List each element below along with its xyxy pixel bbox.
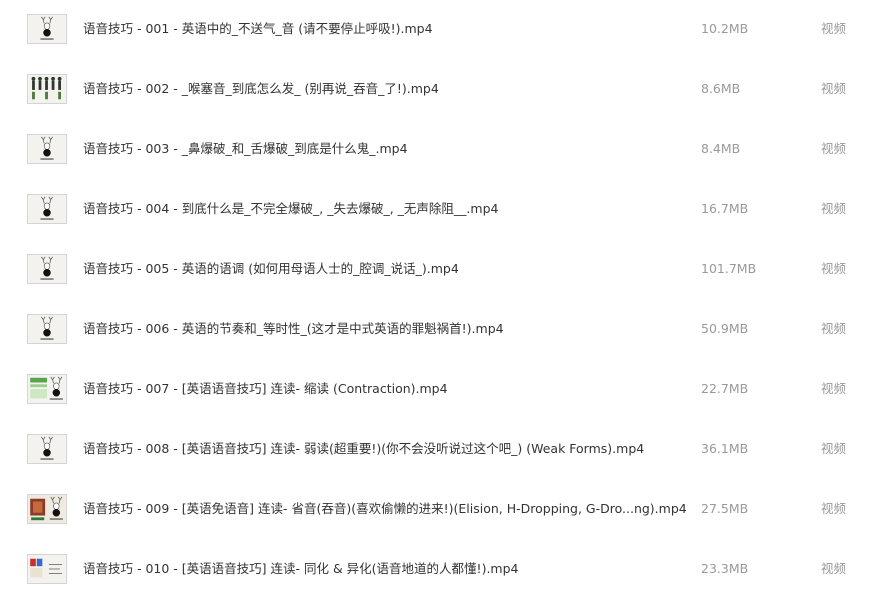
file-name[interactable]: 语音技巧 - 004 - 到底什么是_不完全爆破_, _失去爆破_, _无声除阻… [83, 201, 498, 217]
file-name[interactable]: 语音技巧 - 003 - _鼻爆破_和_舌爆破_到底是什么鬼_.mp4 [83, 141, 408, 157]
file-name[interactable]: 语音技巧 - 006 - 英语的节奏和_等时性_(这才是中式英语的罪魁祸首!).… [83, 321, 504, 337]
video-thumbnail[interactable] [27, 254, 67, 284]
file-name[interactable]: 语音技巧 - 008 - [英语语音技巧] 连读- 弱读(超重要!)(你不会没听… [83, 441, 644, 457]
file-type: 视频 [821, 141, 847, 156]
file-row[interactable]: 语音技巧 - 010 - [英语语音技巧] 连读- 同化 & 异化(语音地道的人… [0, 539, 887, 596]
video-thumbnail[interactable] [27, 554, 67, 584]
file-row[interactable]: 语音技巧 - 008 - [英语语音技巧] 连读- 弱读(超重要!)(你不会没听… [0, 419, 887, 479]
file-size: 36.1MB [701, 441, 749, 456]
file-size: 8.6MB [701, 81, 741, 96]
file-type: 视频 [821, 81, 847, 96]
file-name[interactable]: 语音技巧 - 005 - 英语的语调 (如何用母语人士的_腔调_说话_).mp4 [83, 261, 459, 277]
file-list: 语音技巧 - 001 - 英语中的_不送气_音 (请不要停止呼吸!).mp4 10… [0, 0, 887, 596]
file-row[interactable]: 语音技巧 - 007 - [英语语音技巧] 连读- 缩读 (Contractio… [0, 359, 887, 419]
file-size: 101.7MB [701, 261, 757, 276]
file-size: 10.2MB [701, 21, 749, 36]
file-size: 16.7MB [701, 201, 749, 216]
file-row[interactable]: 语音技巧 - 001 - 英语中的_不送气_音 (请不要停止呼吸!).mp4 10… [0, 0, 887, 59]
file-type: 视频 [821, 201, 847, 216]
file-type: 视频 [821, 501, 847, 516]
file-type: 视频 [821, 261, 847, 276]
file-name[interactable]: 语音技巧 - 010 - [英语语音技巧] 连读- 同化 & 异化(语音地道的人… [83, 561, 518, 577]
file-row[interactable]: 语音技巧 - 005 - 英语的语调 (如何用母语人士的_腔调_说话_).mp4… [0, 239, 887, 299]
file-size: 27.5MB [701, 501, 749, 516]
video-thumbnail[interactable] [27, 374, 67, 404]
file-row[interactable]: 语音技巧 - 002 - _喉塞音_到底怎么发_ (别再说_吞音_了!).mp4… [0, 59, 887, 119]
file-row[interactable]: 语音技巧 - 006 - 英语的节奏和_等时性_(这才是中式英语的罪魁祸首!).… [0, 299, 887, 359]
video-thumbnail[interactable] [27, 314, 67, 344]
file-name[interactable]: 语音技巧 - 009 - [英语免语音] 连读- 省音(吞音)(喜欢偷懒的进来!… [83, 501, 687, 517]
video-thumbnail[interactable] [27, 494, 67, 524]
file-row[interactable]: 语音技巧 - 004 - 到底什么是_不完全爆破_, _失去爆破_, _无声除阻… [0, 179, 887, 239]
file-row[interactable]: 语音技巧 - 003 - _鼻爆破_和_舌爆破_到底是什么鬼_.mp4 8.4MB… [0, 119, 887, 179]
video-thumbnail[interactable] [27, 14, 67, 44]
video-thumbnail[interactable] [27, 434, 67, 464]
video-thumbnail[interactable] [27, 194, 67, 224]
file-size: 22.7MB [701, 381, 749, 396]
file-type: 视频 [821, 21, 847, 36]
file-type: 视频 [821, 441, 847, 456]
file-size: 50.9MB [701, 321, 749, 336]
file-name[interactable]: 语音技巧 - 002 - _喉塞音_到底怎么发_ (别再说_吞音_了!).mp4 [83, 81, 439, 97]
file-type: 视频 [821, 381, 847, 396]
file-row[interactable]: 语音技巧 - 009 - [英语免语音] 连读- 省音(吞音)(喜欢偷懒的进来!… [0, 479, 887, 539]
video-thumbnail[interactable] [27, 74, 67, 104]
file-size: 23.3MB [701, 561, 749, 576]
file-type: 视频 [821, 321, 847, 336]
file-size: 8.4MB [701, 141, 741, 156]
file-name[interactable]: 语音技巧 - 001 - 英语中的_不送气_音 (请不要停止呼吸!).mp4 [83, 21, 433, 37]
file-type: 视频 [821, 561, 847, 576]
file-name[interactable]: 语音技巧 - 007 - [英语语音技巧] 连读- 缩读 (Contractio… [83, 381, 448, 397]
video-thumbnail[interactable] [27, 134, 67, 164]
